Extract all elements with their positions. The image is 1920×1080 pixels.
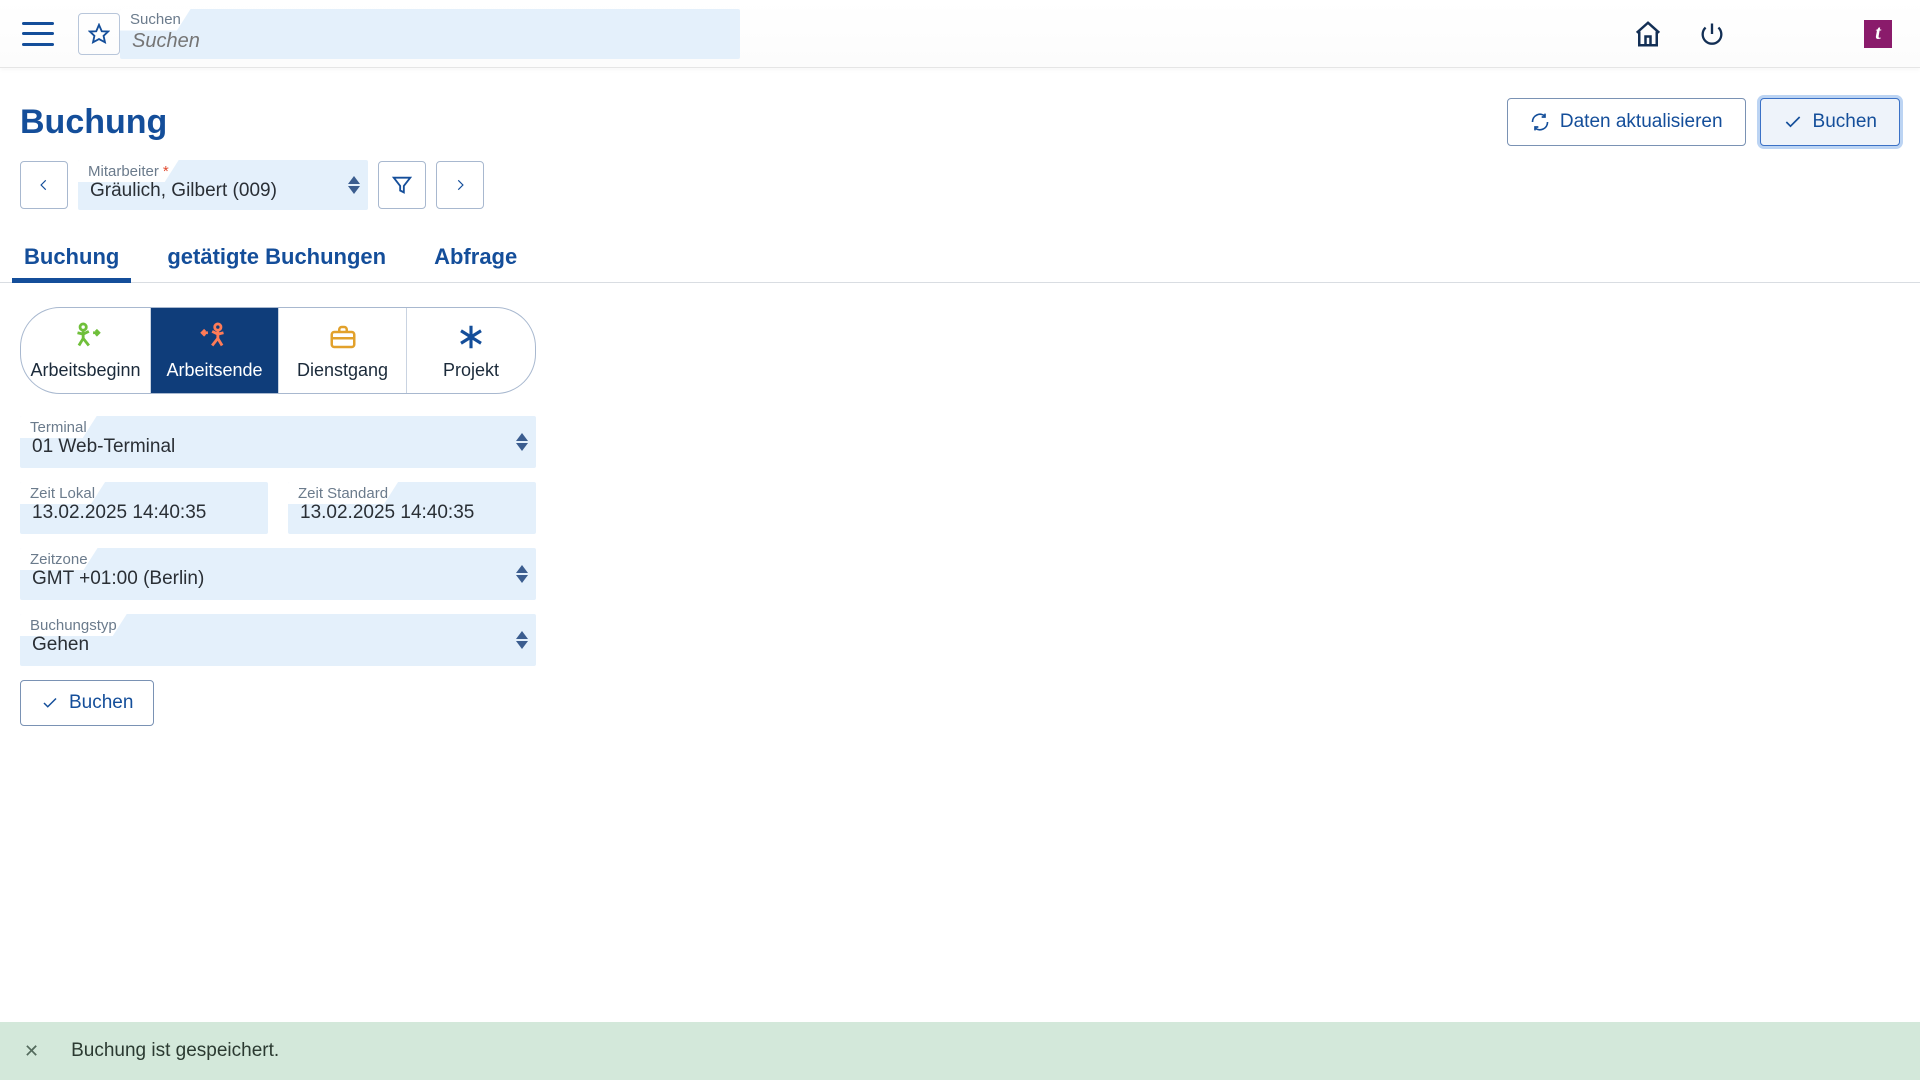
tile-arbeitsende[interactable]: Arbeitsende [151,308,279,393]
success-toast: ✕ Buchung ist gespeichert. [0,1022,1920,1080]
refresh-label: Daten aktualisieren [1560,111,1723,133]
tab-getaetigte-buchungen[interactable]: getätigte Buchungen [163,238,390,282]
terminal-label: Terminal [20,416,97,438]
booking-type-select[interactable]: Buchungstyp Gehen [20,614,536,666]
home-icon[interactable] [1628,14,1668,54]
tile-label: Dienstgang [297,360,388,381]
search-input[interactable] [132,30,728,55]
time-local-field[interactable]: Zeit Lokal 13.02.2025 14:40:35 [20,482,268,534]
search-label: Suchen [120,9,191,31]
tile-label: Arbeitsende [166,360,262,381]
time-local-label: Zeit Lokal [20,482,105,504]
chevron-updown-icon [516,433,528,451]
toast-message: Buchung ist gespeichert. [71,1040,279,1062]
booking-type-label: Buchungstyp [20,614,127,636]
prev-employee-button[interactable] [20,161,68,209]
favorite-button[interactable] [78,13,120,55]
work-end-icon [198,320,232,354]
brand-logo: t [1864,20,1892,48]
chevron-updown-icon [348,176,360,194]
menu-button[interactable] [20,16,56,52]
time-standard-label: Zeit Standard [288,482,398,504]
timezone-label: Zeitzone [20,548,98,570]
tile-arbeitsbeginn[interactable]: Arbeitsbeginn [21,308,151,393]
close-icon[interactable]: ✕ [24,1041,39,1062]
time-standard-value: 13.02.2025 14:40:35 [300,502,474,530]
employee-label: Mitarbeiter* [78,160,179,182]
submit-book-label: Buchen [69,692,133,714]
tile-projekt[interactable]: Projekt [407,308,535,393]
terminal-value: 01 Web-Terminal [32,436,175,464]
tile-label: Arbeitsbeginn [30,360,140,381]
tab-abfrage[interactable]: Abfrage [430,238,521,282]
tab-buchung[interactable]: Buchung [20,238,123,282]
timezone-select[interactable]: Zeitzone GMT +01:00 (Berlin) [20,548,536,600]
employee-value: Gräulich, Gilbert (009) [90,180,277,206]
book-label: Buchen [1813,111,1877,133]
asterisk-icon [456,320,486,354]
booking-type-value: Gehen [32,634,89,662]
time-standard-field[interactable]: Zeit Standard 13.02.2025 14:40:35 [288,482,536,534]
chevron-updown-icon [516,565,528,583]
employee-select[interactable]: Mitarbeiter* Gräulich, Gilbert (009) [78,160,368,210]
refresh-button[interactable]: Daten aktualisieren [1507,98,1746,146]
filter-button[interactable] [378,161,426,209]
terminal-select[interactable]: Terminal 01 Web-Terminal [20,416,536,468]
submit-book-button[interactable]: Buchen [20,680,154,726]
work-start-icon [69,320,103,354]
timezone-value: GMT +01:00 (Berlin) [32,568,204,596]
page-title: Buchung [20,103,167,142]
briefcase-icon [326,320,360,354]
time-local-value: 13.02.2025 14:40:35 [32,502,206,530]
tile-label: Projekt [443,360,499,381]
chevron-updown-icon [516,631,528,649]
next-employee-button[interactable] [436,161,484,209]
tile-dienstgang[interactable]: Dienstgang [279,308,407,393]
power-icon[interactable] [1692,14,1732,54]
book-button[interactable]: Buchen [1760,98,1900,146]
